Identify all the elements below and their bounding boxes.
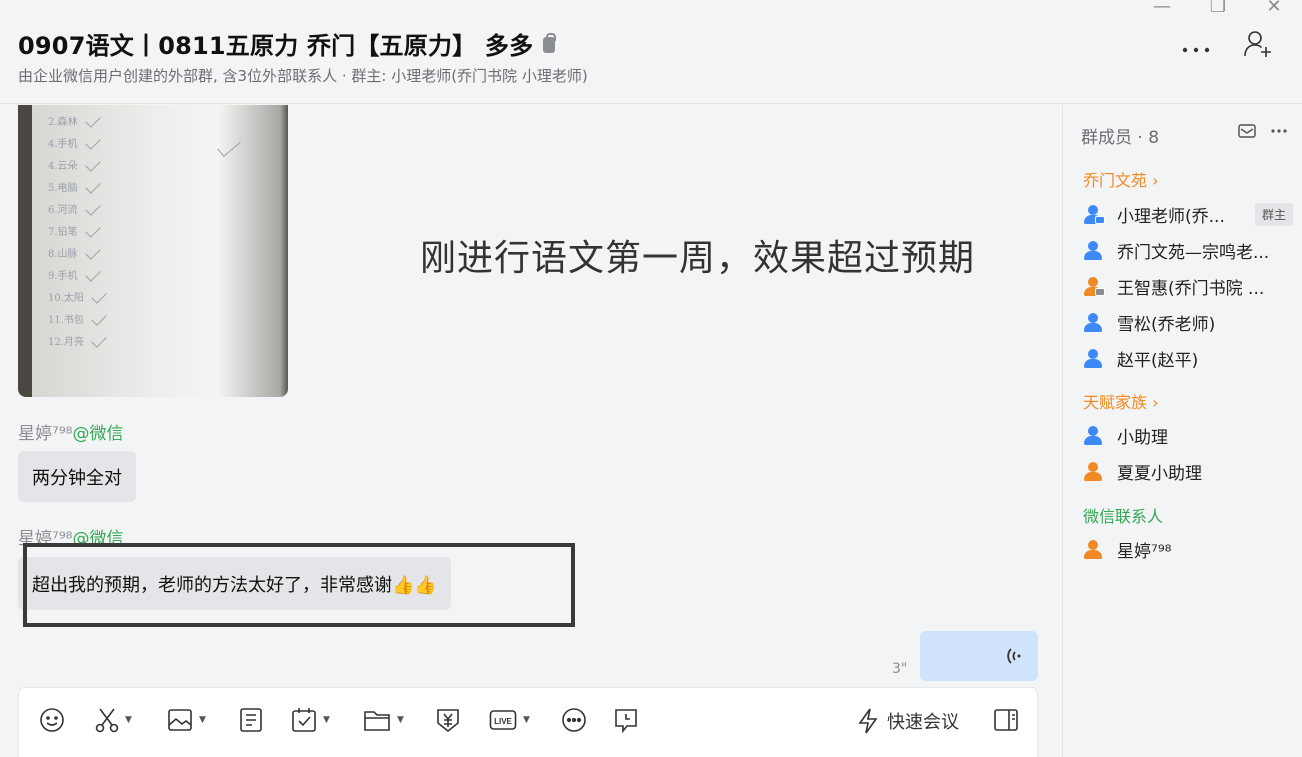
title-row: 0907语文丨0811五原力 乔门【五原力】 多多 [18, 26, 557, 61]
scissors-icon [95, 708, 119, 733]
more-icon [562, 708, 586, 732]
message-composer[interactable]: ▼ ▼ ▼ ▼ LIVE ▼ 快速会议 [18, 687, 1038, 757]
svg-text:LIVE: LIVE [494, 717, 512, 726]
window-controls: — ❐ ✕ [1152, 0, 1284, 18]
user-icon [1083, 204, 1105, 226]
message-sender: 星婷⁷⁹⁸@微信 [18, 419, 123, 444]
member-panel: 群成员 · 8 乔门文苑 › 小理老师(乔... 群主 乔门文苑—宗鸣老... … [1062, 105, 1302, 757]
member-name: 雪松(乔老师) [1117, 315, 1216, 335]
member-name: 小助理 [1117, 428, 1168, 448]
restore-icon[interactable]: ❐ [1208, 0, 1228, 18]
live-icon: LIVE [489, 710, 517, 730]
file-button[interactable]: ▼ [363, 706, 404, 734]
external-group-icon [543, 32, 557, 53]
more-horizontal-icon[interactable] [1182, 36, 1210, 58]
member-count: 群成员 · 8 [1081, 128, 1160, 148]
user-icon [1083, 312, 1105, 334]
folder-icon [364, 711, 390, 731]
chevron-down-icon[interactable]: ▼ [199, 715, 206, 725]
more-tools-button[interactable] [561, 706, 587, 734]
chevron-down-icon[interactable]: ▼ [397, 715, 404, 725]
chat-header: 0907语文丨0811五原力 乔门【五原力】 多多 由企业微信用户创建的外部群,… [0, 0, 1302, 104]
voice-wave-icon [1007, 648, 1021, 664]
payment-button[interactable] [435, 706, 461, 734]
screenshot-button[interactable]: ▼ [95, 706, 132, 734]
user-icon [1083, 348, 1105, 370]
emoji-button[interactable] [39, 706, 65, 734]
user-icon [1083, 240, 1105, 262]
member-item[interactable]: 星婷⁷⁹⁸ [1083, 537, 1293, 562]
member-name: 小理老师(乔... [1117, 207, 1225, 227]
member-item[interactable]: 小助理 [1083, 423, 1293, 448]
chat-title[interactable]: 0907语文丨0811五原力 乔门【五原力】 多多 [18, 26, 533, 61]
group-header[interactable]: 乔门文苑 › [1083, 167, 1159, 191]
toggle-sidebar-button[interactable] [993, 706, 1019, 734]
header-actions [1182, 30, 1274, 63]
member-item[interactable]: 夏夏小助理 [1083, 459, 1293, 484]
sender-source: @微信 [72, 529, 124, 549]
member-item[interactable]: 小理老师(乔... 群主 [1083, 202, 1293, 227]
chat-subtitle: 由企业微信用户创建的外部群, 含3位外部联系人 · 群主: 小理老师(乔门书院 … [18, 67, 588, 85]
chevron-down-icon[interactable]: ▼ [125, 715, 132, 725]
live-button[interactable]: LIVE ▼ [489, 706, 530, 734]
close-icon[interactable]: ✕ [1264, 0, 1284, 18]
calendar-check-icon [292, 708, 316, 732]
group-header: 微信联系人 [1083, 507, 1164, 526]
sender-name[interactable]: 星婷⁷⁹⁸ [18, 529, 72, 549]
user-icon [1083, 539, 1105, 561]
lightning-icon [858, 708, 878, 734]
payment-icon [437, 709, 459, 733]
member-item[interactable]: 乔门文苑—宗鸣老... [1083, 238, 1293, 263]
group-header[interactable]: 天赋家族 › [1083, 389, 1159, 413]
message-bubble[interactable]: 两分钟全对 [18, 451, 136, 502]
voice-message[interactable] [920, 631, 1038, 681]
quick-meeting-button[interactable]: 快速会议 [857, 708, 959, 734]
member-name: 赵平(赵平) [1117, 351, 1199, 371]
user-icon [1083, 276, 1105, 298]
emoji-icon [40, 708, 64, 732]
message-area: 2.森林 4.手机 4.云朵 5.电脑 6.河流 7.铅笔 8.山脉 9.手机 … [0, 105, 1062, 757]
schedule-icon [615, 709, 637, 733]
member-name: 星婷⁷⁹⁸ [1117, 542, 1172, 562]
message-sender: 星婷⁷⁹⁸@微信 [18, 524, 123, 549]
member-item[interactable]: 王智惠(乔门书院 ... [1083, 274, 1293, 299]
member-item[interactable]: 赵平(赵平) [1083, 346, 1293, 371]
chevron-down-icon[interactable]: ▼ [323, 715, 330, 725]
photo-content: 2.森林 4.手机 4.云朵 5.电脑 6.河流 7.铅笔 8.山脉 9.手机 … [48, 109, 158, 351]
document-button[interactable] [239, 706, 263, 734]
add-person-icon[interactable] [1244, 30, 1274, 63]
image-caption: 刚进行语文第一周，效果超过预期 [420, 238, 976, 279]
image-icon [168, 709, 192, 731]
member-item[interactable]: 雪松(乔老师) [1083, 310, 1293, 335]
voice-duration: 3" [892, 661, 908, 677]
member-name: 乔门文苑—宗鸣老... [1117, 243, 1270, 263]
homework-photo[interactable]: 2.森林 4.手机 4.云朵 5.电脑 6.河流 7.铅笔 8.山脉 9.手机 … [18, 105, 288, 397]
more-horizontal-icon[interactable] [1270, 123, 1288, 139]
mail-icon[interactable] [1238, 123, 1256, 139]
chevron-down-icon[interactable]: ▼ [523, 715, 530, 725]
minimize-icon[interactable]: — [1152, 0, 1172, 18]
owner-badge: 群主 [1254, 203, 1293, 226]
check-mark [217, 135, 241, 157]
image-button[interactable]: ▼ [167, 706, 206, 734]
quick-meeting-label: 快速会议 [887, 712, 959, 733]
message-bubble[interactable]: 超出我的预期，老师的方法太好了，非常感谢👍👍 [18, 557, 451, 610]
member-name: 夏夏小助理 [1117, 464, 1202, 484]
user-icon [1083, 461, 1105, 483]
user-icon [1083, 425, 1105, 447]
sender-name[interactable]: 星婷⁷⁹⁸ [18, 424, 72, 444]
task-button[interactable]: ▼ [291, 706, 330, 734]
sidebar-toggle-icon [994, 709, 1018, 731]
document-icon [240, 708, 262, 732]
member-panel-actions [1238, 123, 1288, 139]
member-name: 王智惠(乔门书院 ... [1117, 279, 1265, 299]
schedule-button[interactable] [613, 706, 639, 734]
sender-source: @微信 [72, 424, 124, 444]
